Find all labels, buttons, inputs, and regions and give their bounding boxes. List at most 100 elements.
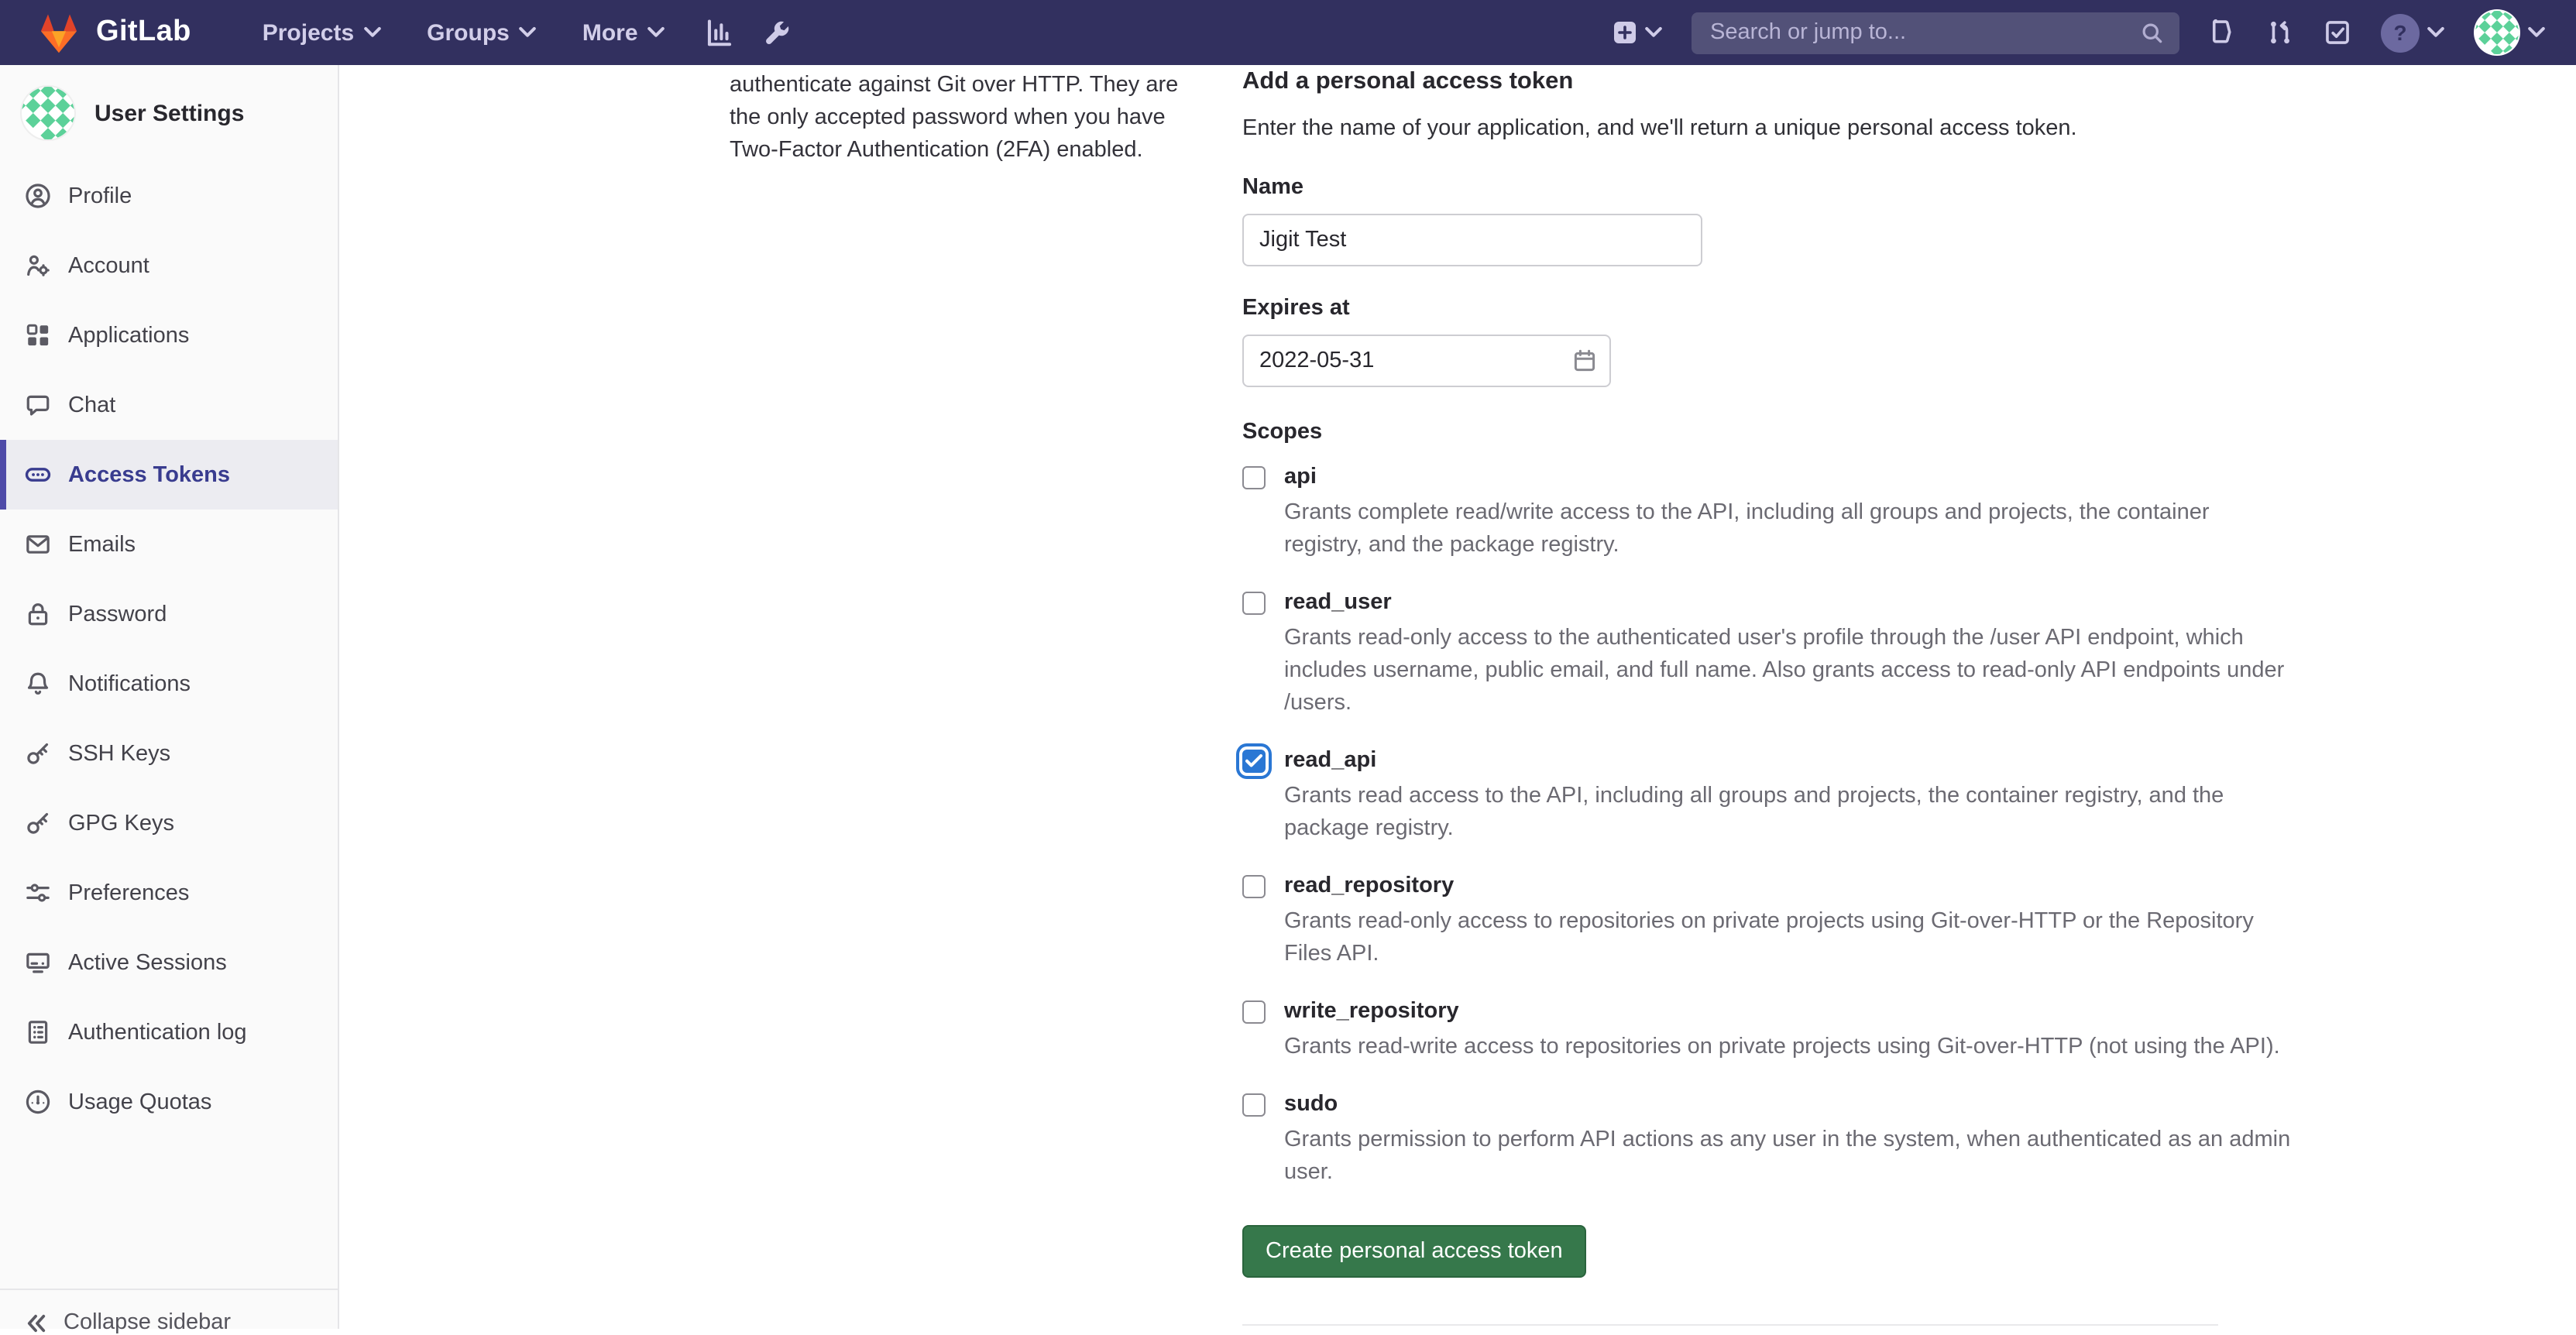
top-navbar: GitLab Projects Groups More bbox=[0, 0, 2576, 65]
double-chevron-left-icon bbox=[25, 1313, 48, 1333]
issues-icon[interactable] bbox=[2209, 19, 2237, 46]
nav-more[interactable]: More bbox=[582, 19, 665, 46]
scope-read-api: read_api Grants read access to the API, … bbox=[1242, 746, 2296, 846]
navbar-right-group: ? bbox=[1613, 9, 2545, 56]
scope-read-api-checkbox-wrap bbox=[1242, 750, 1266, 773]
sidebar-item-gpg-keys[interactable]: GPG Keys bbox=[0, 788, 338, 858]
main-content: authenticate against Git over HTTP. They… bbox=[339, 65, 2576, 1329]
scope-api-checkbox[interactable] bbox=[1242, 466, 1266, 489]
scope-api-label[interactable]: api bbox=[1284, 463, 2291, 492]
search-icon bbox=[2141, 21, 2164, 44]
applications-icon bbox=[25, 322, 51, 348]
sidebar-item-applications[interactable]: Applications bbox=[0, 300, 338, 370]
chat-icon bbox=[25, 392, 51, 418]
scope-sudo-label[interactable]: sudo bbox=[1284, 1090, 2291, 1120]
name-label: Name bbox=[1242, 175, 2296, 200]
bell-icon bbox=[25, 671, 51, 697]
primary-nav: Projects Groups More bbox=[263, 19, 665, 46]
avatar bbox=[2474, 9, 2520, 56]
monitor-icon bbox=[25, 949, 51, 976]
chevron-down-icon bbox=[363, 26, 380, 39]
sliders-icon bbox=[25, 880, 51, 906]
nav-groups[interactable]: Groups bbox=[427, 19, 536, 46]
sidebar-item-emails[interactable]: Emails bbox=[0, 510, 338, 579]
chevron-down-icon bbox=[647, 26, 665, 39]
sidebar-item-profile[interactable]: Profile bbox=[0, 161, 338, 231]
brand-wordmark: GitLab bbox=[96, 15, 191, 50]
settings-sidebar: User Settings Profile bbox=[0, 65, 339, 1329]
key-icon bbox=[25, 810, 51, 836]
scope-api-description: Grants complete read/write access to the… bbox=[1284, 497, 2291, 562]
todos-icon[interactable] bbox=[2324, 19, 2351, 46]
account-icon bbox=[25, 252, 51, 279]
sidebar-item-password[interactable]: Password bbox=[0, 579, 338, 649]
scope-read-api-description: Grants read access to the API, including… bbox=[1284, 781, 2291, 846]
expires-at-field bbox=[1242, 335, 1611, 387]
chevron-down-icon bbox=[2427, 26, 2444, 39]
sidebar-item-preferences[interactable]: Preferences bbox=[0, 858, 338, 928]
sidebar-item-notifications[interactable]: Notifications bbox=[0, 649, 338, 719]
scope-read-user-description: Grants read-only access to the authentic… bbox=[1284, 623, 2291, 720]
lock-icon bbox=[25, 601, 51, 627]
new-item-dropdown[interactable] bbox=[1613, 20, 1662, 45]
scope-read-repository: read_repository Grants read-only access … bbox=[1242, 872, 2296, 971]
nav-projects[interactable]: Projects bbox=[263, 19, 380, 46]
chevron-down-icon bbox=[1645, 26, 1662, 39]
gitlab-home-link[interactable]: GitLab bbox=[37, 12, 191, 53]
scope-api: api Grants complete read/write access to… bbox=[1242, 463, 2296, 562]
scope-write-repository-checkbox-wrap bbox=[1242, 1000, 1266, 1024]
user-menu-dropdown[interactable] bbox=[2474, 9, 2545, 56]
log-icon bbox=[25, 1019, 51, 1045]
help-dropdown[interactable]: ? bbox=[2381, 13, 2444, 52]
page-title: User Settings bbox=[94, 100, 244, 126]
section-divider bbox=[1242, 1324, 2218, 1326]
search-input[interactable] bbox=[1707, 19, 2128, 46]
scope-api-checkbox-wrap bbox=[1242, 466, 1266, 489]
scope-read-api-checkbox[interactable] bbox=[1242, 750, 1266, 773]
token-icon bbox=[25, 462, 51, 488]
gitlab-tanuki-logo-icon bbox=[37, 12, 81, 53]
scope-read-user-label[interactable]: read_user bbox=[1284, 589, 2291, 618]
scope-write-repository-label[interactable]: write_repository bbox=[1284, 997, 2280, 1027]
token-name-input[interactable] bbox=[1242, 214, 1702, 266]
scope-read-api-label[interactable]: read_api bbox=[1284, 746, 2291, 776]
scope-read-repository-checkbox-wrap bbox=[1242, 875, 1266, 898]
expires-at-input[interactable] bbox=[1242, 335, 1611, 387]
gauge-icon bbox=[25, 1089, 51, 1115]
scope-read-repository-description: Grants read-only access to repositories … bbox=[1284, 906, 2291, 971]
merge-requests-icon[interactable] bbox=[2266, 19, 2294, 46]
scope-write-repository-checkbox[interactable] bbox=[1242, 1000, 1266, 1024]
scope-read-user: read_user Grants read-only access to the… bbox=[1242, 589, 2296, 720]
plus-square-icon bbox=[1613, 20, 1637, 45]
admin-wrench-icon[interactable] bbox=[762, 18, 792, 47]
sidebar-nav: Profile Account bbox=[0, 161, 338, 1137]
email-icon bbox=[25, 531, 51, 558]
sidebar-item-active-sessions[interactable]: Active Sessions bbox=[0, 928, 338, 997]
avatar bbox=[20, 85, 76, 141]
sidebar-item-chat[interactable]: Chat bbox=[0, 370, 338, 440]
sidebar-item-access-tokens[interactable]: Access Tokens bbox=[0, 440, 338, 510]
scope-read-repository-label[interactable]: read_repository bbox=[1284, 872, 2291, 901]
sidebar-item-account[interactable]: Account bbox=[0, 231, 338, 300]
analytics-chart-icon[interactable] bbox=[705, 18, 734, 47]
scope-sudo-checkbox[interactable] bbox=[1242, 1093, 1266, 1117]
key-icon bbox=[25, 740, 51, 767]
scopes-heading: Scopes bbox=[1242, 420, 2296, 444]
collapse-sidebar-button[interactable]: Collapse sidebar bbox=[0, 1289, 338, 1335]
create-token-button[interactable]: Create personal access token bbox=[1242, 1225, 1586, 1278]
sidebar-item-ssh-keys[interactable]: SSH Keys bbox=[0, 719, 338, 788]
question-icon: ? bbox=[2381, 13, 2420, 52]
scope-read-repository-checkbox[interactable] bbox=[1242, 875, 1266, 898]
global-search bbox=[1692, 12, 2179, 53]
form-heading: Add a personal access token bbox=[1242, 68, 2296, 96]
tokens-intro-note: authenticate against Git over HTTP. They… bbox=[730, 70, 1213, 167]
sidebar-item-authentication-log[interactable]: Authentication log bbox=[0, 997, 338, 1067]
profile-icon bbox=[25, 183, 51, 209]
scope-sudo: sudo Grants permission to perform API ac… bbox=[1242, 1090, 2296, 1189]
expires-at-label: Expires at bbox=[1242, 296, 2296, 321]
scope-write-repository: write_repository Grants read-write acces… bbox=[1242, 997, 2296, 1064]
scope-read-user-checkbox[interactable] bbox=[1242, 592, 1266, 615]
scope-write-repository-description: Grants read-write access to repositories… bbox=[1284, 1031, 2280, 1064]
sidebar-header: User Settings bbox=[0, 65, 338, 141]
sidebar-item-usage-quotas[interactable]: Usage Quotas bbox=[0, 1067, 338, 1137]
